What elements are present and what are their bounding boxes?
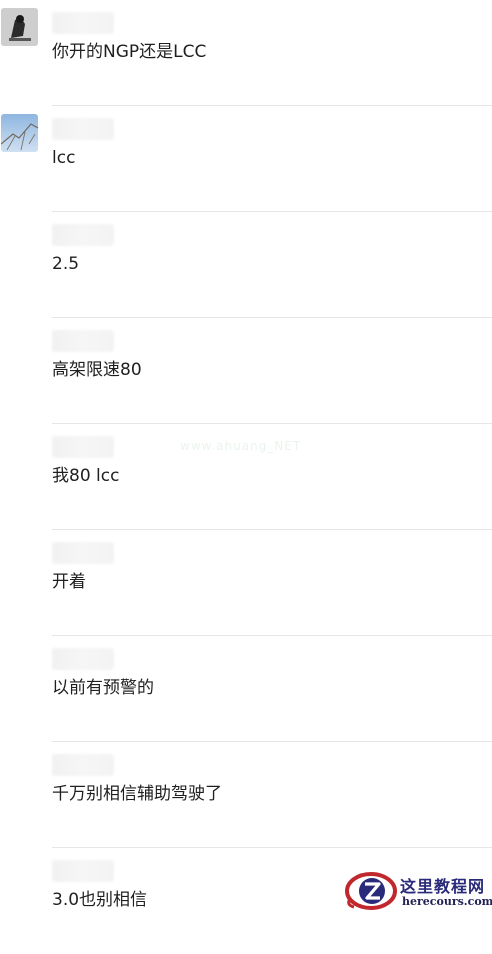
chat-message-row[interactable]: lcc (0, 106, 492, 212)
logo-z-icon (344, 869, 400, 913)
sender-name-blurred (52, 330, 114, 352)
message-text: 千万别相信辅助驾驶了 (52, 784, 222, 804)
logo-chinese-text: 这里教程网 (400, 877, 486, 896)
sender-name-blurred (52, 224, 114, 246)
message-text: 你开的NGP还是LCC (52, 42, 207, 62)
sender-name-blurred (52, 118, 114, 140)
avatar[interactable] (1, 8, 38, 46)
sender-name-blurred (52, 12, 114, 34)
sender-name-blurred (52, 754, 114, 776)
chat-message-list: 你开的NGP还是LCC lcc 2.5 高架限速80 我80 lcc 开着 以前… (0, 0, 492, 913)
message-text: 我80 lcc (52, 466, 120, 486)
sender-name-blurred (52, 860, 114, 882)
chat-message-row[interactable]: 千万别相信辅助驾驶了 (0, 742, 492, 848)
message-text: 开着 (52, 572, 86, 592)
chat-message-row[interactable]: 2.5 (0, 212, 492, 318)
sender-name-blurred (52, 542, 114, 564)
sender-name-blurred (52, 648, 114, 670)
chat-message-row[interactable]: 开着 (0, 530, 492, 636)
message-text: 2.5 (52, 254, 80, 274)
logo-url-text: herecours.com (402, 895, 492, 908)
faint-watermark: www.ahuang_NET (180, 439, 302, 453)
chat-message-row[interactable]: 高架限速80 (0, 318, 492, 424)
chat-message-row[interactable]: 以前有预警的 (0, 636, 492, 742)
avatar[interactable] (1, 114, 38, 152)
message-text: 高架限速80 (52, 360, 142, 380)
message-text: 以前有预警的 (52, 678, 154, 698)
site-logo: 这里教程网 herecours.com (344, 869, 492, 913)
message-text: 3.0也别相信 (52, 890, 148, 910)
message-text: lcc (52, 148, 76, 168)
sender-name-blurred (52, 436, 114, 458)
chat-message-row[interactable]: 你开的NGP还是LCC (0, 0, 492, 106)
